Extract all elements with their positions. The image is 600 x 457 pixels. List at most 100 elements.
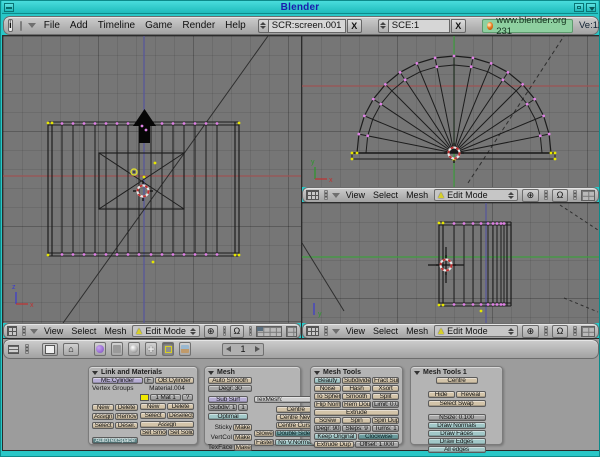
spin-button[interactable]: Spin <box>342 417 371 424</box>
degr-spinner[interactable]: Degr: 30 <box>208 385 252 392</box>
vgroup-new-button[interactable]: New <box>92 404 114 411</box>
optimal-toggle[interactable]: Optimal <box>208 413 248 420</box>
panel-title-row[interactable]: Mesh Tools <box>314 368 399 377</box>
menu-game[interactable]: Game <box>143 20 174 31</box>
menu-timeline[interactable]: Timeline <box>96 20 137 31</box>
window-type-icon[interactable] <box>8 345 19 354</box>
material-new-button[interactable]: New <box>140 403 166 410</box>
viewport-front-canvas[interactable]: zx <box>3 36 301 323</box>
viewport-type-icon[interactable] <box>306 190 319 200</box>
menu-view[interactable]: View <box>344 326 367 336</box>
panel-collapse-icon[interactable] <box>208 371 214 375</box>
menu-mesh[interactable]: Mesh <box>404 190 430 200</box>
sticky-make-button[interactable]: Make <box>233 424 252 431</box>
menu-render[interactable]: Render <box>180 20 217 31</box>
hash-button[interactable]: Hash <box>342 385 371 392</box>
menu-file[interactable]: File <box>42 20 62 31</box>
material-select-button[interactable]: Select <box>140 412 166 419</box>
pivot-icon[interactable]: Ω <box>552 325 569 338</box>
beauty-toggle[interactable]: Beauty <box>314 377 341 384</box>
menu-view[interactable]: View <box>344 190 367 200</box>
faster-draw-button[interactable]: FasterDr <box>254 439 274 446</box>
smooth-button[interactable]: Smooth <box>342 393 371 400</box>
subsurf-toggle[interactable]: Sub Surf <box>208 396 248 403</box>
extrude-button[interactable]: Extrude <box>314 409 399 416</box>
titlebar[interactable]: Blender <box>2 1 598 14</box>
menu-select[interactable]: Select <box>371 190 400 200</box>
header-collapse-icon[interactable] <box>332 329 340 334</box>
slower-draw-button[interactable]: SlowerDr <box>254 430 274 437</box>
draw-faces-toggle[interactable]: Draw Faces <box>428 430 486 437</box>
keep-original-toggle[interactable]: Keep Original <box>314 433 357 440</box>
screw-button[interactable]: Screw <box>314 417 341 424</box>
reveal-button[interactable]: Reveal <box>456 391 486 398</box>
layer-buttons-extra[interactable] <box>286 326 297 337</box>
screen-delete-button[interactable]: X <box>347 19 362 33</box>
set-smooth-button[interactable]: Set Smooth <box>140 429 167 436</box>
subdiv-render-spinner[interactable]: 1 <box>238 404 248 411</box>
viewport-type-icon[interactable] <box>306 326 319 336</box>
frame-prev-icon[interactable] <box>226 346 231 352</box>
draw-normals-toggle[interactable]: Draw Normals <box>428 422 486 429</box>
panel-collapse-icon[interactable] <box>414 371 420 375</box>
scene-selector-value[interactable]: SCE:1 <box>388 19 450 33</box>
material-delete-button[interactable]: Delete <box>167 403 194 410</box>
mode-dropdown[interactable]: Edit Mode <box>132 325 200 337</box>
collapse-arrow-icon[interactable] <box>28 23 36 28</box>
material-assign-button[interactable]: Assign <box>140 421 194 428</box>
draw-mode-icon[interactable]: ⊕ <box>522 325 539 338</box>
subdivide-button[interactable]: Subdivide <box>342 377 371 384</box>
vgroup-desel-button[interactable]: Desel. <box>115 422 138 429</box>
scene-selector[interactable]: SCE:1 X <box>378 19 466 33</box>
scene-delete-button[interactable]: X <box>451 19 466 33</box>
menu-select[interactable]: Select <box>371 326 400 336</box>
rem-doubles-button[interactable]: Rem Doubl <box>342 401 371 408</box>
subdiv-spinner[interactable]: Subdiv: 1 <box>208 404 237 411</box>
panel-align-button[interactable] <box>42 343 58 356</box>
steps-spinner[interactable]: Steps: 9 <box>342 425 371 432</box>
menu-view[interactable]: View <box>42 326 65 336</box>
mesh-datablock-field[interactable]: ME:Cylinder <box>92 377 143 384</box>
vgroup-remove-button[interactable]: Remove <box>115 413 138 420</box>
material-help-button[interactable]: ? <box>182 394 193 401</box>
pivot-icon[interactable]: Ω <box>230 325 243 338</box>
all-edges-toggle[interactable]: All edges <box>428 446 486 453</box>
panel-title-row[interactable]: Mesh <box>208 368 297 377</box>
split-button[interactable]: Split <box>372 393 399 400</box>
panel-title-row[interactable]: Mesh Tools 1 <box>414 368 499 377</box>
screen-selector-value[interactable]: SCR:screen.001 <box>268 19 346 33</box>
home-button[interactable]: ⌂ <box>63 343 79 356</box>
select-swap-button[interactable]: Select Swap <box>428 400 486 407</box>
set-solid-button[interactable]: Set Solid <box>168 429 194 436</box>
centre-button[interactable]: Centre <box>436 377 478 384</box>
header-collapse-icon[interactable] <box>332 193 340 198</box>
draw-mode-icon[interactable]: ⊕ <box>522 189 539 202</box>
mode-dropdown[interactable]: Edit Mode <box>434 325 518 337</box>
editing-context-button[interactable] <box>162 342 174 356</box>
material-deselect-button[interactable]: Deselect <box>167 412 194 419</box>
spin-dup-button[interactable]: Spin Dup <box>372 417 399 424</box>
scene-selector-spinner-icon[interactable] <box>378 19 388 33</box>
pivot-icon[interactable]: Ω <box>552 189 569 202</box>
info-window-icon[interactable]: i <box>8 19 13 32</box>
viewport-top-canvas[interactable]: yx <box>302 36 599 187</box>
mode-dropdown[interactable]: Edit Mode <box>434 189 518 201</box>
screen-selector-spinner-icon[interactable] <box>258 19 268 33</box>
layer-buttons[interactable] <box>581 326 595 337</box>
object-name-field[interactable]: OB:Cylinder <box>155 377 194 384</box>
viewport-type-icon[interactable] <box>7 326 17 336</box>
flip-normals-button[interactable]: Flip Norm <box>314 401 341 408</box>
vgroup-select-button[interactable]: Select <box>92 422 114 429</box>
fract-subd-button[interactable]: Fract Subd <box>372 377 399 384</box>
maximize-button[interactable] <box>574 3 584 12</box>
offset-spinner[interactable]: Offset: 1.000 <box>355 441 399 448</box>
frame-stepper[interactable]: 1 <box>222 343 264 356</box>
menu-help[interactable]: Help <box>223 20 248 31</box>
menu-mesh[interactable]: Mesh <box>404 326 430 336</box>
vertcol-make-button[interactable]: Make <box>233 434 252 441</box>
menu-select[interactable]: Select <box>69 326 98 336</box>
limit-spinner[interactable]: Limit: 0.001 <box>372 401 399 408</box>
xsort-button[interactable]: Xsort <box>372 385 399 392</box>
turns-spinner[interactable]: Turns: 1 <box>372 425 399 432</box>
panel-title-row[interactable]: Link and Materials <box>92 368 194 377</box>
